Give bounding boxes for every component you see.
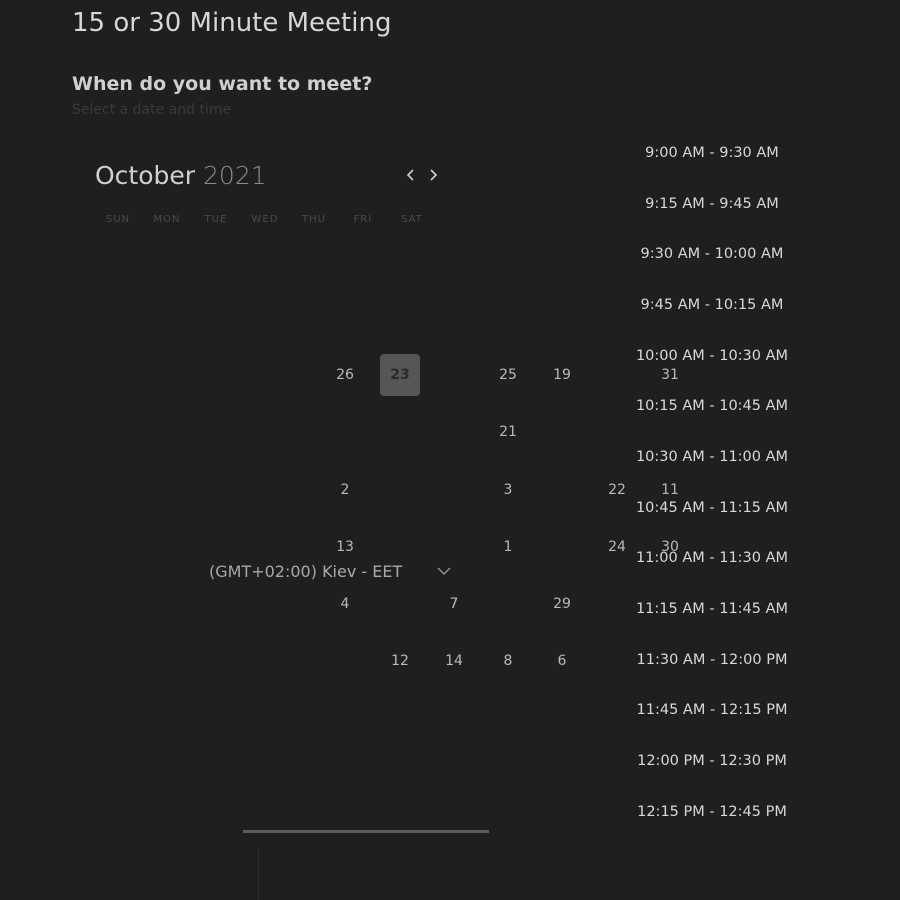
chevron-down-icon bbox=[437, 567, 451, 575]
time-slot[interactable]: 11:30 AM - 12:00 PM bbox=[632, 652, 792, 668]
time-slot[interactable]: 9:00 AM - 9:30 AM bbox=[632, 145, 792, 161]
chevron-left-icon bbox=[406, 169, 414, 181]
time-slot[interactable]: 9:45 AM - 10:15 AM bbox=[632, 297, 792, 313]
time-slot[interactable]: 12:15 PM - 12:45 PM bbox=[632, 804, 792, 820]
calendar-day[interactable]: 29 bbox=[542, 583, 582, 625]
calendar-month: October bbox=[95, 161, 196, 190]
weekday-wed: WED bbox=[251, 214, 279, 225]
timezone-label: (GMT+02:00) Kiev - EET bbox=[209, 562, 403, 581]
calendar-day[interactable]: 25 bbox=[488, 354, 528, 396]
time-slot[interactable]: 10:00 AM - 10:30 AM bbox=[632, 348, 792, 364]
calendar-day[interactable]: 3 bbox=[488, 469, 528, 511]
weekday-tue: TUE bbox=[204, 214, 228, 225]
scroll-bar[interactable] bbox=[243, 830, 489, 833]
calendar-day[interactable]: 4 bbox=[325, 583, 365, 625]
time-slot[interactable]: 12:00 PM - 12:30 PM bbox=[632, 753, 792, 769]
calendar-day[interactable]: 12 bbox=[380, 640, 420, 682]
calendar-day[interactable]: 14 bbox=[434, 640, 474, 682]
calendar-day-selected[interactable]: 23 bbox=[380, 354, 420, 396]
time-slot[interactable]: 10:15 AM - 10:45 AM bbox=[632, 398, 792, 414]
page-title: 15 or 30 Minute Meeting bbox=[72, 8, 392, 38]
calendar-day[interactable]: 24 bbox=[597, 526, 637, 568]
divider bbox=[258, 848, 259, 900]
calendar-day[interactable]: 7 bbox=[434, 583, 474, 625]
calendar-day[interactable]: 22 bbox=[597, 469, 637, 511]
time-slot[interactable]: 11:45 AM - 12:15 PM bbox=[632, 702, 792, 718]
prev-month-button[interactable] bbox=[403, 164, 419, 186]
calendar-day[interactable]: 21 bbox=[488, 411, 528, 453]
next-month-button[interactable] bbox=[426, 164, 442, 186]
weekday-thu: THU bbox=[302, 214, 326, 225]
time-slot[interactable]: 10:30 AM - 11:00 AM bbox=[632, 449, 792, 465]
timezone-select[interactable]: (GMT+02:00) Kiev - EET bbox=[209, 561, 451, 585]
calendar-day[interactable]: 2 bbox=[325, 469, 365, 511]
section-heading: When do you want to meet? bbox=[72, 73, 373, 95]
calendar-month-label: October 2021 bbox=[95, 161, 267, 190]
time-slot[interactable]: 10:45 AM - 11:15 AM bbox=[632, 500, 792, 516]
weekday-mon: MON bbox=[153, 214, 181, 225]
time-slot[interactable]: 11:15 AM - 11:45 AM bbox=[632, 601, 792, 617]
calendar-day[interactable]: 1 bbox=[488, 526, 528, 568]
calendar-day[interactable]: 19 bbox=[542, 354, 582, 396]
time-slot[interactable]: 9:15 AM - 9:45 AM bbox=[632, 196, 792, 212]
chevron-right-icon bbox=[430, 169, 438, 181]
time-slot[interactable]: 9:30 AM - 10:00 AM bbox=[632, 246, 792, 262]
calendar-day[interactable]: 6 bbox=[542, 640, 582, 682]
weekday-fri: FRI bbox=[353, 214, 373, 225]
calendar-day[interactable]: 8 bbox=[488, 640, 528, 682]
weekday-sun: SUN bbox=[105, 214, 131, 225]
section-subtitle: Select a date and time bbox=[72, 102, 232, 118]
calendar-year: 2021 bbox=[203, 161, 267, 190]
weekday-sat: SAT bbox=[401, 214, 423, 225]
calendar-day[interactable]: 26 bbox=[325, 354, 365, 396]
time-slot[interactable]: 11:00 AM - 11:30 AM bbox=[632, 550, 792, 566]
